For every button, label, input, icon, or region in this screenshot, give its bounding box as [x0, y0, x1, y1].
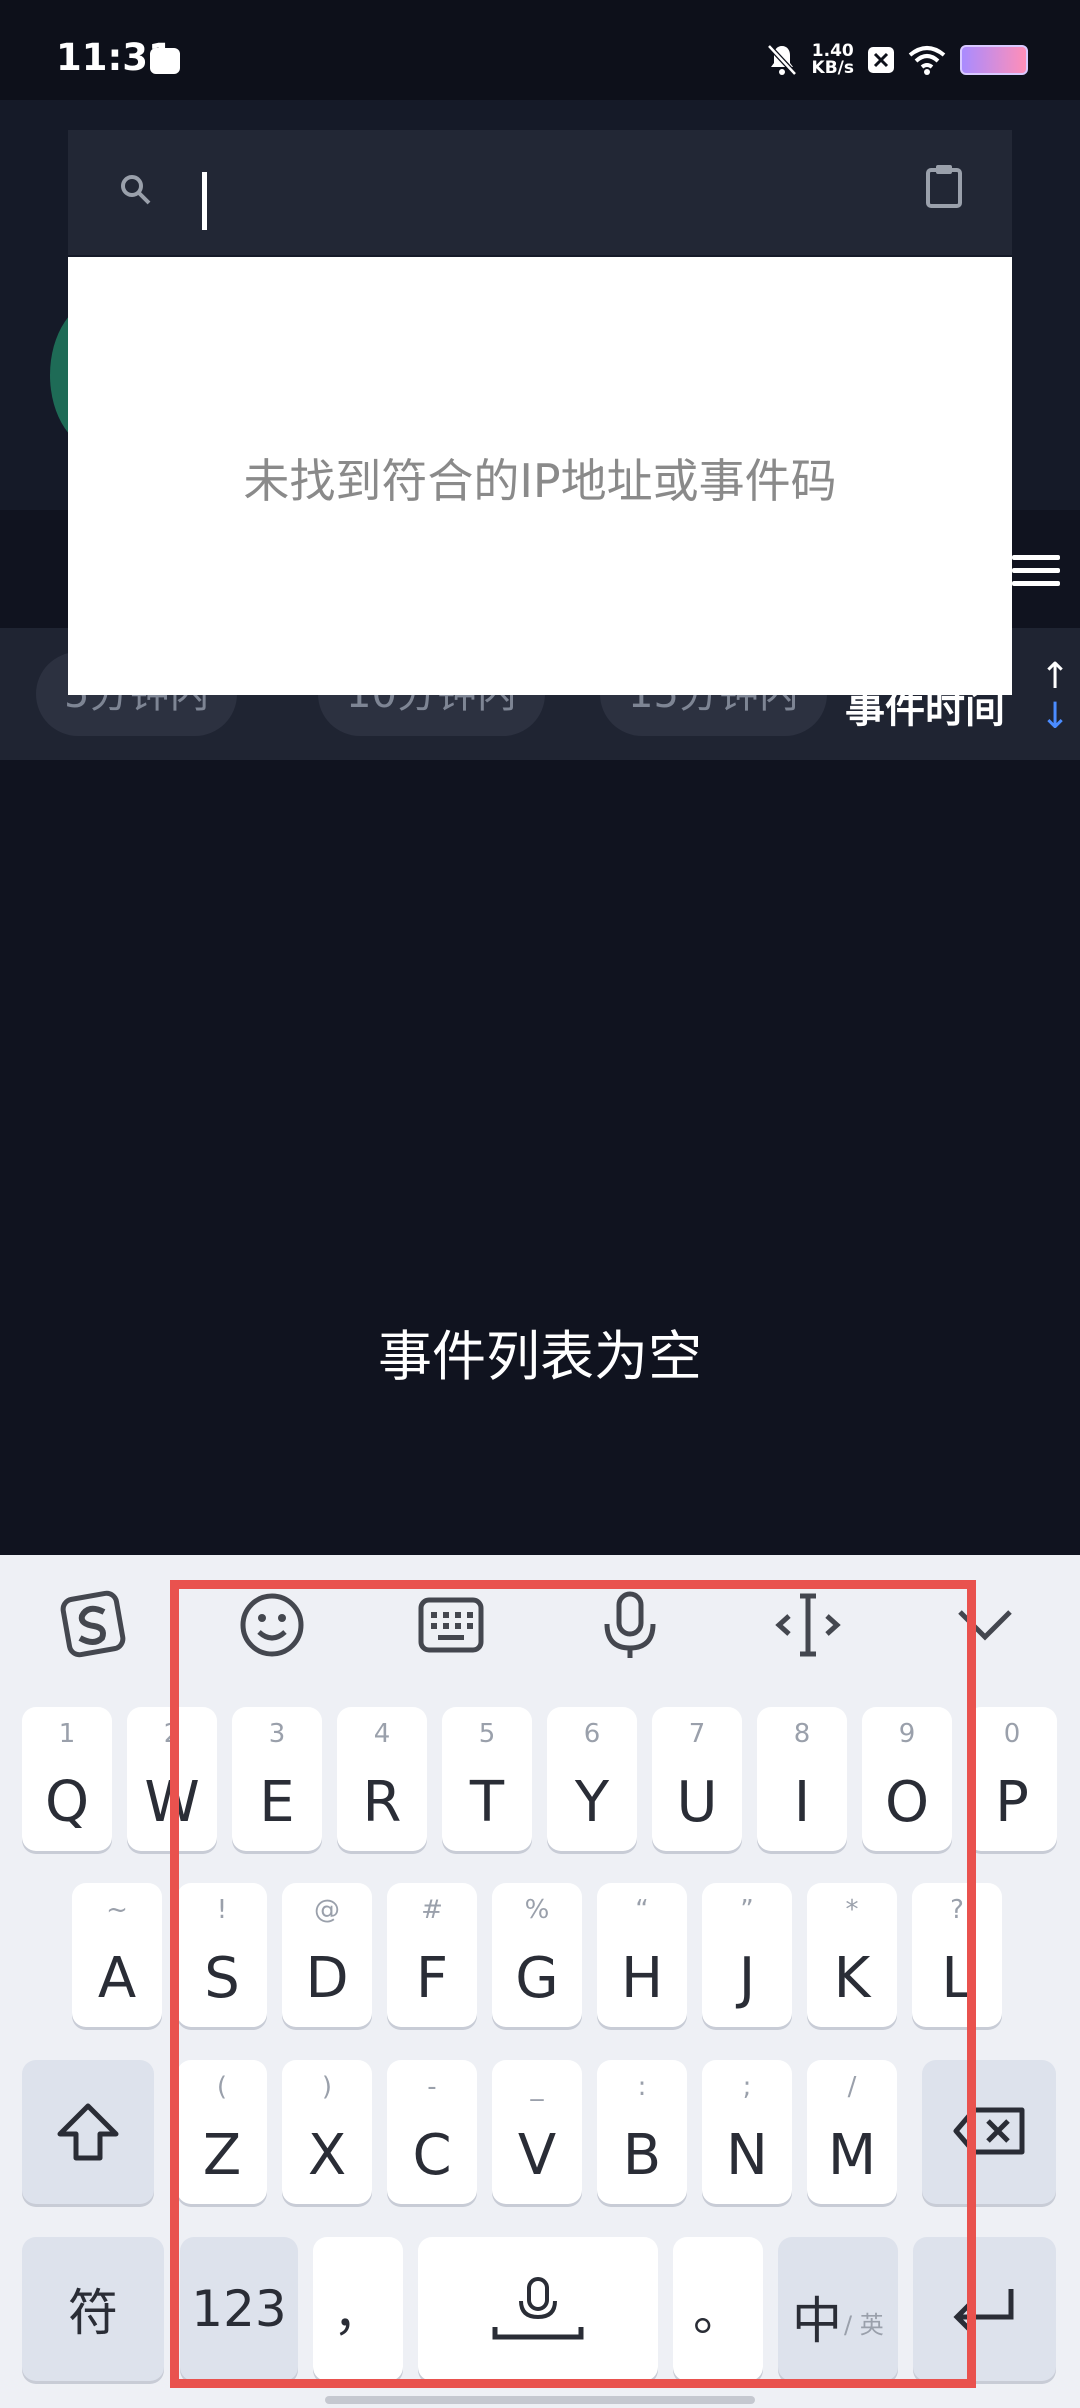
- key-q[interactable]: 1Q: [22, 1707, 112, 1851]
- sort-ascending-icon[interactable]: ↑: [1040, 656, 1070, 697]
- bell-off-icon: [766, 44, 797, 76]
- search-input-caret[interactable]: [202, 172, 207, 230]
- shift-key[interactable]: [22, 2060, 154, 2204]
- empty-list-message: 事件列表为空: [378, 1325, 702, 1388]
- symbols-key[interactable]: 符: [22, 2237, 164, 2381]
- key-p[interactable]: 0P: [967, 1707, 1057, 1851]
- status-indicators: 1.40 KB/s: [766, 40, 1028, 80]
- shift-icon: [57, 2103, 119, 2161]
- wifi-icon: [908, 46, 946, 75]
- search-bar[interactable]: [68, 130, 1012, 255]
- network-speed: 1.40 KB/s: [811, 41, 854, 78]
- menu-icon[interactable]: [1012, 555, 1060, 594]
- home-indicator[interactable]: [325, 2396, 755, 2404]
- message-notification-icon: [150, 48, 180, 74]
- app-notification-icon: [868, 47, 894, 73]
- clipboard-icon[interactable]: [924, 164, 964, 208]
- sogou-logo-icon[interactable]: [58, 1590, 128, 1660]
- no-results-message: 未找到符合的IP地址或事件码: [243, 454, 837, 508]
- key-a[interactable]: ~ A: [72, 1883, 162, 2027]
- sort-descending-icon[interactable]: ↓: [1040, 696, 1070, 737]
- search-icon: [121, 175, 151, 205]
- battery-icon: [960, 45, 1028, 75]
- annotation-highlight-box: [170, 1580, 976, 2388]
